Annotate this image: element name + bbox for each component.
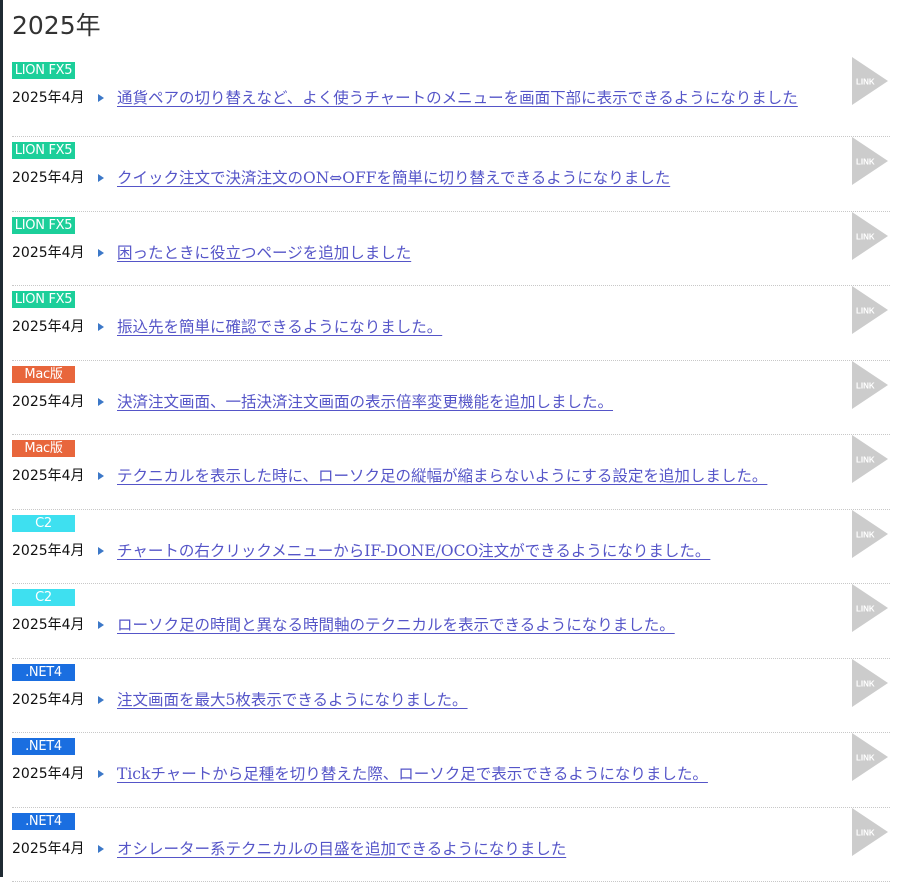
news-row: 2025年4月 チャートの右クリックメニューからIF-DONE/OCO注文ができ… (12, 541, 890, 561)
news-title-link[interactable]: 通貨ペアの切り替えなど、よく使うチャートのメニューを画面下部に表示できるようにな… (117, 88, 840, 108)
platform-badge: Mac版 (12, 366, 75, 383)
platform-badge: LION FX5 (12, 217, 75, 234)
svg-text:LINK: LINK (856, 679, 875, 688)
news-item: LION FX5 2025年4月 通貨ペアの切り替えなど、よく使うチャートのメニ… (12, 57, 890, 137)
news-title-link[interactable]: テクニカルを表示した時に、ローソク足の縦幅が縮まらないようにする設定を追加しまし… (117, 466, 840, 486)
news-list: LION FX5 2025年4月 通貨ペアの切り替えなど、よく使うチャートのメニ… (12, 57, 890, 882)
news-item: C2 2025年4月 ローソク足の時間と異なる時間軸のテクニカルを表示できるよう… (12, 584, 890, 659)
news-row: 2025年4月 通貨ペアの切り替えなど、よく使うチャートのメニューを画面下部に表… (12, 88, 890, 108)
link-arrow-icon[interactable]: LINK (852, 435, 888, 483)
news-item: Mac版 2025年4月 テクニカルを表示した時に、ローソク足の縦幅が縮まらない… (12, 435, 890, 510)
platform-badge: Mac版 (12, 440, 75, 457)
bullet-arrow-icon (98, 174, 104, 182)
svg-text:LINK: LINK (856, 158, 875, 167)
link-arrow-icon[interactable]: LINK (852, 361, 888, 409)
news-item: .NET4 2025年4月 Tickチャートから足種を切り替えた際、ローソク足で… (12, 733, 890, 808)
svg-text:LINK: LINK (856, 605, 875, 614)
news-date: 2025年4月 (12, 839, 85, 859)
bullet-arrow-icon (98, 398, 104, 406)
news-date: 2025年4月 (12, 466, 85, 486)
bullet-arrow-icon (98, 547, 104, 555)
link-arrow-icon[interactable]: LINK (852, 286, 888, 334)
bullet-arrow-icon (98, 249, 104, 257)
svg-text:LINK: LINK (856, 307, 875, 316)
svg-text:LINK: LINK (856, 530, 875, 539)
news-row: 2025年4月 振込先を簡単に確認できるようになりました。 (12, 317, 890, 337)
platform-badge: C2 (12, 515, 75, 532)
platform-badge: .NET4 (12, 664, 75, 681)
news-row: 2025年4月 テクニカルを表示した時に、ローソク足の縦幅が縮まらないようにする… (12, 466, 890, 486)
news-item: LION FX5 2025年4月 クイック注文で決済注文のON⇔OFFを簡単に切… (12, 137, 890, 212)
news-row: 2025年4月 注文画面を最大5枚表示できるようになりました。 (12, 690, 890, 710)
news-title-link[interactable]: 決済注文画面、一括決済注文画面の表示倍率変更機能を追加しました。 (117, 392, 840, 412)
news-title-link[interactable]: 注文画面を最大5枚表示できるようになりました。 (117, 690, 840, 710)
bullet-arrow-icon (98, 621, 104, 629)
news-row: 2025年4月 Tickチャートから足種を切り替えた際、ローソク足で表示できるよ… (12, 764, 890, 784)
svg-text:LINK: LINK (856, 78, 875, 87)
link-arrow-icon[interactable]: LINK (852, 57, 888, 105)
link-arrow-icon[interactable]: LINK (852, 137, 888, 185)
link-arrow-icon[interactable]: LINK (852, 733, 888, 781)
news-row: 2025年4月 ローソク足の時間と異なる時間軸のテクニカルを表示できるようになり… (12, 615, 890, 635)
year-heading: 2025年 (12, 8, 101, 44)
news-title-link[interactable]: オシレーター系テクニカルの目盛を追加できるようになりました (117, 839, 840, 859)
news-item: .NET4 2025年4月 注文画面を最大5枚表示できるようになりました。 LI… (12, 659, 890, 734)
platform-badge: LION FX5 (12, 62, 75, 79)
svg-text:LINK: LINK (856, 456, 875, 465)
platform-badge: C2 (12, 589, 75, 606)
bullet-arrow-icon (98, 696, 104, 704)
news-row: 2025年4月 決済注文画面、一括決済注文画面の表示倍率変更機能を追加しました。 (12, 392, 890, 412)
news-item: .NET4 2025年4月 オシレーター系テクニカルの目盛を追加できるようになり… (12, 808, 890, 882)
news-title-link[interactable]: 振込先を簡単に確認できるようになりました。 (117, 317, 840, 337)
news-date: 2025年4月 (12, 541, 85, 561)
platform-badge: .NET4 (12, 738, 75, 755)
svg-text:LINK: LINK (856, 381, 875, 390)
news-item: C2 2025年4月 チャートの右クリックメニューからIF-DONE/OCO注文… (12, 510, 890, 585)
news-title-link[interactable]: チャートの右クリックメニューからIF-DONE/OCO注文ができるようになりまし… (117, 541, 840, 561)
platform-badge: LION FX5 (12, 142, 75, 159)
link-arrow-icon[interactable]: LINK (852, 584, 888, 632)
platform-badge: LION FX5 (12, 291, 75, 308)
bullet-arrow-icon (98, 472, 104, 480)
news-title-link[interactable]: ローソク足の時間と異なる時間軸のテクニカルを表示できるようになりました。 (117, 615, 840, 635)
news-row: 2025年4月 困ったときに役立つページを追加しました (12, 243, 890, 263)
bullet-arrow-icon (98, 770, 104, 778)
news-title-link[interactable]: Tickチャートから足種を切り替えた際、ローソク足で表示できるようになりました。 (117, 764, 840, 784)
news-title-link[interactable]: クイック注文で決済注文のON⇔OFFを簡単に切り替えできるようになりました (117, 168, 840, 188)
svg-text:LINK: LINK (856, 232, 875, 241)
link-arrow-icon[interactable]: LINK (852, 212, 888, 260)
news-title-link[interactable]: 困ったときに役立つページを追加しました (117, 243, 840, 263)
news-item: Mac版 2025年4月 決済注文画面、一括決済注文画面の表示倍率変更機能を追加… (12, 361, 890, 436)
news-date: 2025年4月 (12, 690, 85, 710)
link-arrow-icon[interactable]: LINK (852, 659, 888, 707)
left-edge-bar (0, 0, 3, 877)
link-arrow-icon[interactable]: LINK (852, 510, 888, 558)
news-date: 2025年4月 (12, 764, 85, 784)
news-date: 2025年4月 (12, 317, 85, 337)
bullet-arrow-icon (98, 94, 104, 102)
news-date: 2025年4月 (12, 615, 85, 635)
svg-text:LINK: LINK (856, 828, 875, 837)
bullet-arrow-icon (98, 845, 104, 853)
news-date: 2025年4月 (12, 243, 85, 263)
news-date: 2025年4月 (12, 392, 85, 412)
news-row: 2025年4月 オシレーター系テクニカルの目盛を追加できるようになりました (12, 839, 890, 859)
news-item: LION FX5 2025年4月 困ったときに役立つページを追加しました LIN… (12, 212, 890, 287)
news-date: 2025年4月 (12, 168, 85, 188)
svg-text:LINK: LINK (856, 754, 875, 763)
link-arrow-icon[interactable]: LINK (852, 808, 888, 856)
news-row: 2025年4月 クイック注文で決済注文のON⇔OFFを簡単に切り替えできるように… (12, 168, 890, 188)
news-item: LION FX5 2025年4月 振込先を簡単に確認できるようになりました。 L… (12, 286, 890, 361)
news-date: 2025年4月 (12, 88, 85, 108)
platform-badge: .NET4 (12, 813, 75, 830)
bullet-arrow-icon (98, 323, 104, 331)
